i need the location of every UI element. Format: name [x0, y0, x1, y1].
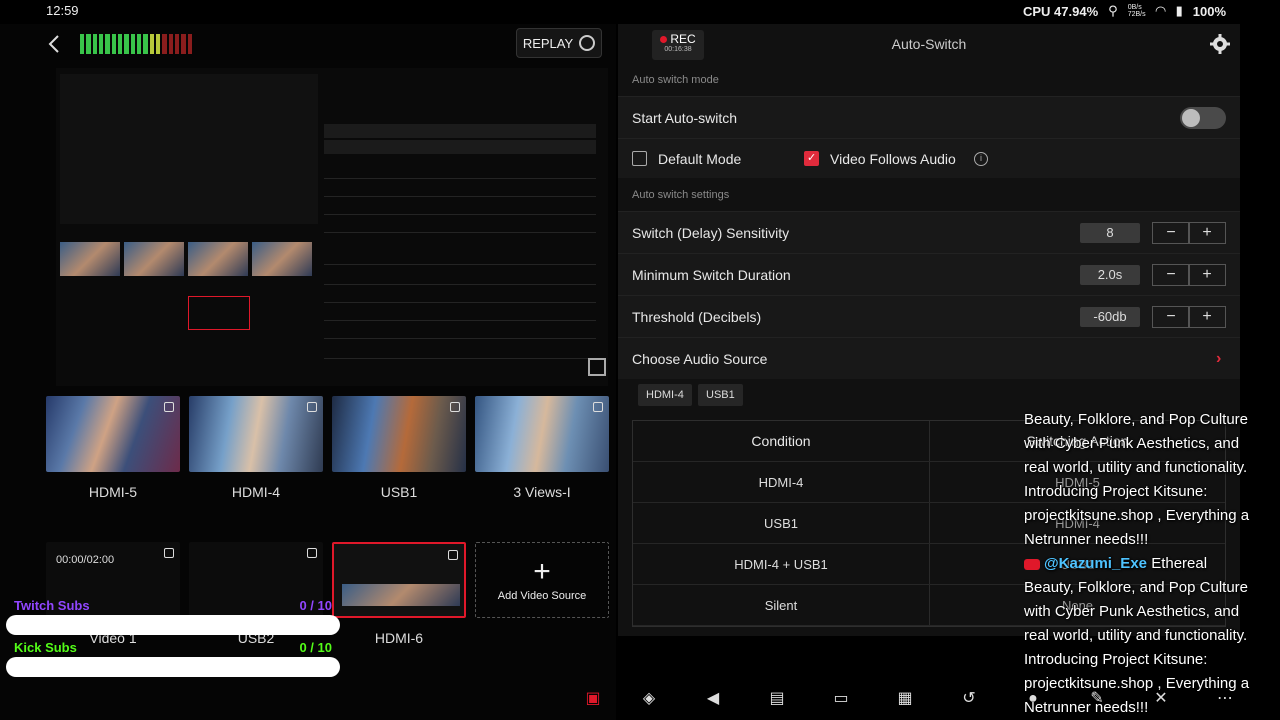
source-thumbnail	[189, 396, 323, 472]
default-mode-checkbox[interactable]	[632, 151, 647, 166]
source-thumbnail	[475, 396, 609, 472]
kick-subs-count: 0 / 10	[299, 640, 332, 655]
decrement-button[interactable]: −	[1152, 222, 1190, 244]
cpu-usage: CPU 47.94%	[1023, 3, 1099, 19]
fullscreen-icon[interactable]	[588, 358, 606, 376]
edit-icon[interactable]	[164, 402, 174, 412]
info-icon[interactable]: i	[974, 152, 988, 166]
add-video-source-button[interactable]: + Add Video Source	[475, 542, 609, 618]
plus-icon: +	[533, 555, 551, 588]
increment-button[interactable]: +	[1188, 264, 1226, 286]
edit-icon[interactable]	[307, 402, 317, 412]
source-thumbnail	[332, 396, 466, 472]
default-mode-label: Default Mode	[658, 151, 742, 167]
edit-icon[interactable]	[450, 402, 460, 412]
source-tile-usb1[interactable]: USB1	[332, 396, 466, 500]
choose-audio-source-row[interactable]: Choose Audio Source ›	[618, 337, 1240, 379]
setting-row-sensitivity: Switch (Delay) Sensitivity 8 − +	[618, 211, 1240, 253]
replay-label: REPLAY	[522, 35, 574, 51]
section-auto-switch-mode: Auto switch mode	[632, 74, 719, 86]
audio-chip-hdmi-4[interactable]: HDMI-4	[638, 384, 692, 406]
chat-message-header: @Kazumi_Exe Ethereal	[1024, 552, 1280, 576]
program-preview	[56, 68, 608, 386]
youtube-icon	[1024, 558, 1040, 570]
twitch-subs-progress-bar	[6, 615, 340, 635]
twitch-subs-goal: Twitch Subs 0 / 10	[6, 598, 340, 635]
threshold-value: -60db	[1080, 307, 1140, 327]
twitch-subs-label: Twitch Subs	[14, 598, 90, 613]
video-follows-audio-label: Video Follows Audio	[830, 151, 956, 167]
section-auto-switch-settings: Auto switch settings	[632, 189, 730, 201]
mode-options-row: Default Mode Video Follows Audio i	[618, 138, 1240, 178]
history-icon[interactable]: ↺	[958, 688, 980, 710]
decrement-button[interactable]: −	[1152, 306, 1190, 328]
audio-chip-usb1[interactable]: USB1	[698, 384, 743, 406]
kick-subs-goal: Kick Subs 0 / 10	[6, 640, 340, 677]
sensitivity-value: 8	[1080, 223, 1140, 243]
source-tile-hdmi-4[interactable]: HDMI-4	[189, 396, 323, 500]
edit-icon[interactable]	[164, 548, 174, 558]
video-follows-audio-checkbox[interactable]	[804, 151, 819, 166]
audio-icon[interactable]: ◀	[702, 688, 724, 710]
kick-subs-progress-bar	[6, 657, 340, 677]
video-timecode: 00:00/02:00	[56, 554, 115, 566]
chevron-right-icon: ›	[1216, 350, 1222, 367]
edit-icon[interactable]	[448, 550, 458, 560]
replay-icon	[579, 35, 596, 51]
audio-level-meter	[80, 34, 192, 54]
status-bar-right: CPU 47.94% ⚲ 0B/s 72B/s ◠ ▮ 100%	[1023, 3, 1226, 19]
gear-icon[interactable]	[1210, 34, 1230, 54]
choose-audio-source-label: Choose Audio Source	[632, 351, 768, 367]
battery-level: 100%	[1192, 3, 1226, 19]
wifi-icon: ◠	[1155, 3, 1166, 18]
source-thumbnail-selected	[332, 542, 466, 618]
battery-icon: ▮	[1175, 3, 1183, 18]
aspect-ratio-icon[interactable]: ▦	[894, 688, 916, 710]
min-duration-value: 2.0s	[1080, 265, 1140, 285]
status-time: 12:59	[46, 3, 79, 18]
chat-handle: @Kazumi_Exe	[1044, 555, 1148, 572]
start-auto-switch-row: Start Auto-switch	[618, 96, 1240, 138]
decrement-button[interactable]: −	[1152, 264, 1190, 286]
layout-icon[interactable]: ▣	[582, 688, 604, 710]
usb-icon: ⚲	[1108, 3, 1118, 18]
replay-button[interactable]: REPLAY	[516, 28, 602, 58]
kick-subs-label: Kick Subs	[14, 640, 77, 655]
chat-ticker-overlay: Beauty, Folklore, and Pop Culture with C…	[1024, 408, 1280, 720]
increment-button[interactable]: +	[1188, 306, 1226, 328]
layers-icon[interactable]: ◈	[638, 688, 660, 710]
setting-row-threshold: Threshold (Decibels) -60db − +	[618, 295, 1240, 337]
source-tile-hdmi-5[interactable]: HDMI-5	[46, 396, 180, 500]
network-speed: 0B/s 72B/s	[1127, 4, 1146, 18]
record-settings-icon[interactable]: ▤	[766, 688, 788, 710]
back-arrow-icon[interactable]	[44, 33, 66, 55]
source-thumbnail	[46, 396, 180, 472]
source-tile-3-views[interactable]: 3 Views-I	[475, 396, 609, 500]
twitch-subs-count: 0 / 10	[299, 598, 332, 613]
page-title: Auto-Switch	[891, 36, 967, 52]
terminal-icon[interactable]: ▭	[830, 688, 852, 710]
start-auto-switch-label: Start Auto-switch	[632, 110, 738, 126]
increment-button[interactable]: +	[1188, 222, 1226, 244]
setting-row-min-duration: Minimum Switch Duration 2.0s − +	[618, 253, 1240, 295]
source-tile-hdmi-6[interactable]: HDMI-6	[332, 542, 466, 646]
edit-icon[interactable]	[307, 548, 317, 558]
edit-icon[interactable]	[593, 402, 603, 412]
start-auto-switch-toggle[interactable]	[1180, 107, 1226, 129]
